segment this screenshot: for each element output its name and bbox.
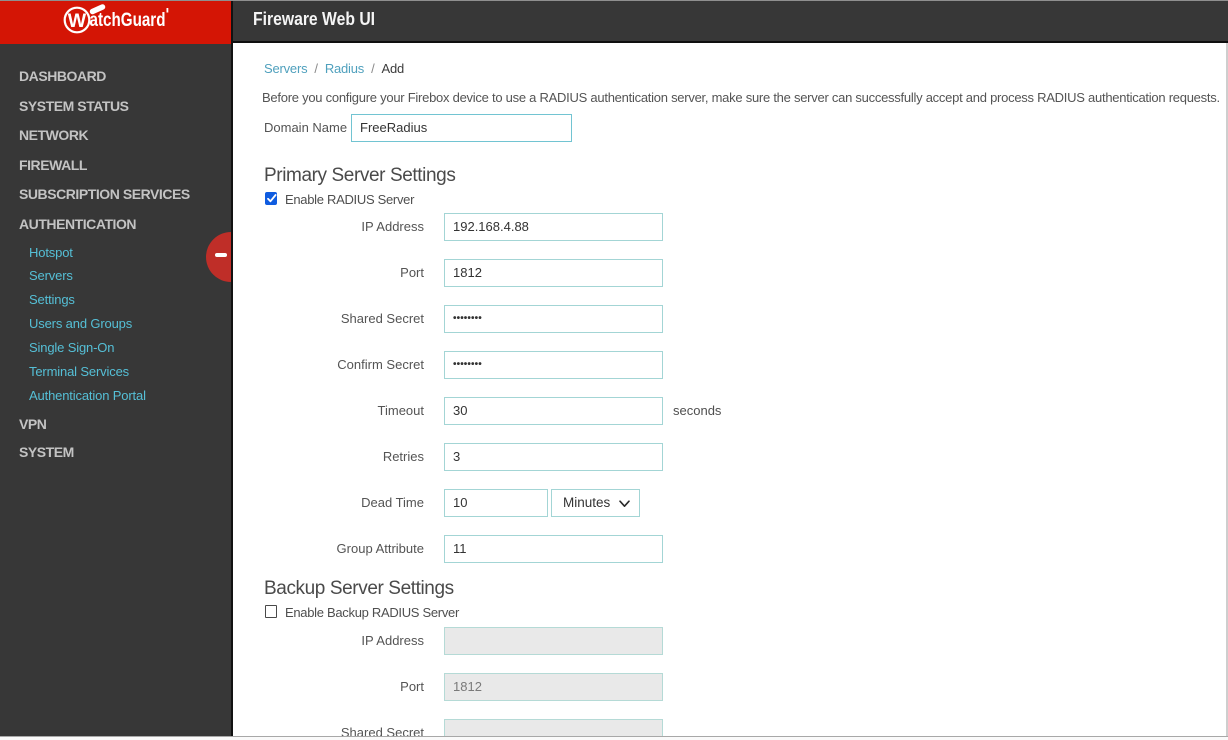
svg-text:W: W [68,10,87,32]
svg-text:atchGuard: atchGuard [90,9,166,31]
